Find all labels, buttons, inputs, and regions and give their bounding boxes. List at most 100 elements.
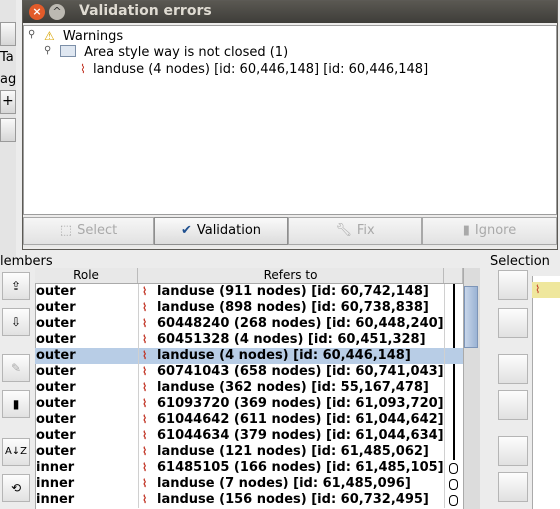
table-row[interactable]: outer ⌇ landuse (911 nodes) [id: 60,742,14… [35,284,463,300]
edit-member-icon[interactable]: ✎ [2,354,30,382]
member-role-cell[interactable]: outer [36,380,136,396]
reverse-members-icon[interactable]: ⟲ [2,474,30,502]
member-ref-cell[interactable]: ⌇ landuse (911 nodes) [id: 60,742,148] [138,284,445,300]
checkmark-icon: ✔ [180,223,192,238]
member-linkage-cell [444,300,463,316]
member-ref-label: landuse (898 nodes) [id: 60,738,838] [157,300,429,315]
member-linkage-cell [444,492,463,508]
member-ref-label: landuse (121 nodes) [id: 61,485,062] [157,444,429,459]
selection-list-item[interactable]: ⌇ [532,282,560,298]
add-selected-before-icon[interactable] [498,270,528,300]
table-row[interactable]: outer ⌇ 60741043 (658 nodes) [id: 60,741,0… [35,364,463,380]
tree-collapse-icon[interactable]: ⚲ [28,29,35,40]
column-header-role[interactable]: Role [35,268,138,283]
fix-button[interactable]: 🔧︎ Fix [288,217,422,245]
tree-node-group[interactable]: Area style way is not closed (1) [60,45,288,60]
members-panel-title: lembers [0,254,53,269]
linkage-line-icon [453,316,455,332]
members-scrollbar-thumb[interactable] [464,286,478,348]
table-row[interactable]: outer ⌇ landuse (4 nodes) [id: 60,446,148] [35,348,463,364]
member-role-cell[interactable]: outer [36,396,136,412]
way-icon: ⌇ [142,381,148,394]
table-row[interactable]: outer ⌇ 60451328 (4 nodes) [id: 60,451,328… [35,332,463,348]
select-button[interactable]: ⬚ Select [23,217,154,245]
delete-member-icon[interactable]: ▮ [2,390,30,418]
member-role-cell[interactable]: outer [36,316,136,332]
table-row[interactable]: outer ⌇ 61044642 (611 nodes) [id: 61,044,6… [35,412,463,428]
dialog-titlebar[interactable]: × ^ Validation errors [23,1,557,23]
column-header-linkage[interactable] [444,268,463,283]
member-role-cell[interactable]: outer [36,284,136,300]
validation-tree: ⚲ ⚠ Warnings ⚲ Area style way is not clo… [23,25,557,215]
background-tab-label: Ta [0,50,14,65]
background-delete-button[interactable] [0,118,16,142]
member-ref-cell[interactable]: ⌇ landuse (4 nodes) [id: 60,446,148] [138,348,445,364]
member-ref-cell[interactable]: ⌇ landuse (898 nodes) [id: 60,738,838] [138,300,445,316]
member-role-cell[interactable]: outer [36,348,136,364]
member-ref-label: landuse (362 nodes) [id: 55,167,478] [157,380,429,395]
table-row[interactable]: inner ⌇ landuse (156 nodes) [id: 60,732,49… [35,492,463,508]
add-selected-at-end-icon[interactable] [498,472,528,502]
member-role-cell[interactable]: inner [36,476,136,492]
member-linkage-cell [444,428,463,444]
remove-selected-icon[interactable] [498,354,528,384]
table-row[interactable]: outer ⌇ landuse (898 nodes) [id: 60,738,83… [35,300,463,316]
member-ref-cell[interactable]: ⌇ 60741043 (658 nodes) [id: 60,741,043] [138,364,445,380]
way-icon: ⌇ [142,397,148,410]
table-row[interactable]: outer ⌇ 61093720 (369 nodes) [id: 61,093,7… [35,396,463,412]
way-icon: ⌇ [142,301,148,314]
member-role-cell[interactable]: outer [36,444,136,460]
member-role-cell[interactable]: inner [36,492,136,508]
table-row[interactable]: inner ⌇ landuse (7 nodes) [id: 61,485,096] [35,476,463,492]
member-ref-cell[interactable]: ⌇ 60448240 (268 nodes) [id: 60,448,240] [138,316,445,332]
member-ref-label: 61044634 (379 nodes) [id: 61,044,634] [157,428,444,443]
member-ref-cell[interactable]: ⌇ landuse (362 nodes) [id: 55,167,478] [138,380,445,396]
tree-collapse-icon[interactable]: ⚲ [44,45,51,56]
select-in-relation-icon[interactable] [498,390,528,420]
member-role-cell[interactable]: outer [36,364,136,380]
table-row[interactable]: inner ⌇ 61485105 (166 nodes) [id: 61,485,1… [35,460,463,476]
tree-node-item[interactable]: ⌇ landuse (4 nodes) [id: 60,446,148] [id… [80,62,428,77]
close-icon[interactable]: × [29,4,45,20]
way-icon: ⌇ [142,349,148,362]
validation-button[interactable]: ✔ Validation [154,217,288,245]
table-row[interactable]: outer ⌇ 60448240 (268 nodes) [id: 60,448,2… [35,316,463,332]
member-ref-cell[interactable]: ⌇ landuse (156 nodes) [id: 60,732,495] [138,492,445,508]
linkage-line-icon [453,300,455,316]
move-down-icon[interactable]: ⇩ [2,308,30,336]
member-role-cell[interactable]: outer [36,332,136,348]
member-role-cell[interactable]: outer [36,412,136,428]
validation-dialog: × ^ Validation errors ⚲ ⚠ Warnings ⚲ Are… [22,0,558,250]
member-ref-cell[interactable]: ⌇ 61044642 (611 nodes) [id: 61,044,642] [138,412,445,428]
add-selected-at-start-icon[interactable] [498,436,528,466]
column-header-refers-to[interactable]: Refers to [138,268,444,283]
member-ref-cell[interactable]: ⌇ 61044634 (379 nodes) [id: 61,044,634] [138,428,445,444]
member-linkage-cell [444,412,463,428]
member-ref-cell[interactable]: ⌇ landuse (121 nodes) [id: 61,485,062] [138,444,445,460]
background-toolbar-button[interactable] [0,22,16,46]
add-selected-after-icon[interactable] [498,308,528,338]
member-role-cell[interactable]: outer [36,428,136,444]
move-up-icon[interactable]: ⇪ [2,272,30,300]
linkage-line-icon [453,396,455,412]
member-ref-cell[interactable]: ⌇ 61485105 (166 nodes) [id: 61,485,105] [138,460,445,476]
way-icon: ⌇ [142,333,148,346]
tree-node-warnings[interactable]: ⚠ Warnings [44,29,123,44]
table-row[interactable]: outer ⌇ 61044634 (379 nodes) [id: 61,044,6… [35,428,463,444]
linkage-line-icon [453,332,455,348]
member-ref-cell[interactable]: ⌇ landuse (7 nodes) [id: 61,485,096] [138,476,445,492]
member-linkage-cell [444,332,463,348]
table-row[interactable]: outer ⌇ landuse (362 nodes) [id: 55,167,47… [35,380,463,396]
member-role-cell[interactable]: inner [36,460,136,476]
table-row[interactable]: outer ⌇ landuse (121 nodes) [id: 61,485,06… [35,444,463,460]
linkage-line-icon [453,364,455,380]
minimize-icon[interactable]: ^ [49,4,65,20]
way-icon: ⌇ [142,365,148,378]
tree-node-label: Warnings [62,29,124,44]
member-role-cell[interactable]: outer [36,300,136,316]
background-add-button[interactable]: + [0,90,16,114]
member-ref-cell[interactable]: ⌇ 60451328 (4 nodes) [id: 60,451,328] [138,332,445,348]
member-ref-cell[interactable]: ⌇ 61093720 (369 nodes) [id: 61,093,720] [138,396,445,412]
sort-members-icon[interactable]: A↓Z [2,438,30,466]
ignore-button[interactable]: ▮ Ignore [422,217,557,245]
